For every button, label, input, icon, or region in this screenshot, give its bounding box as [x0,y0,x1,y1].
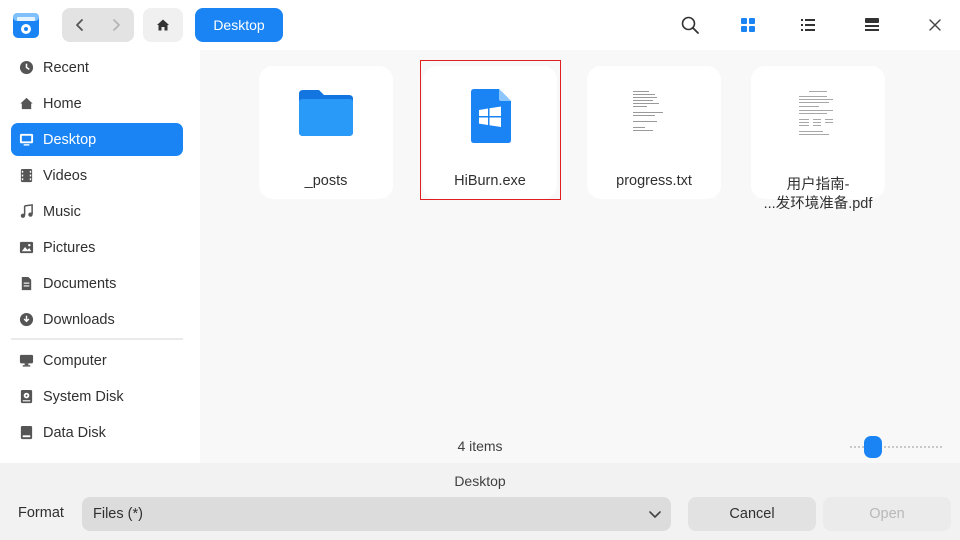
sidebar-item-downloads[interactable]: Downloads [11,303,183,336]
document-icon [18,276,34,292]
sidebar-item-label: Pictures [43,239,96,256]
open-button[interactable]: Open [823,497,951,531]
chevron-down-icon [649,511,661,518]
film-icon [18,168,34,184]
close-button[interactable] [919,9,951,41]
forward-icon [113,19,120,31]
format-select-value: Files (*) [93,506,143,522]
file-view: _posts HiBurn.exe progress.txt 用户指南- ...… [200,50,960,463]
icon-size-slider[interactable] [850,435,942,459]
format-select[interactable]: Files (*) [82,497,671,531]
dialog-footer: Desktop Format Files (*) Cancel Open [0,463,960,540]
sidebar-item-computer[interactable]: Computer [11,344,183,377]
search-icon [681,16,699,34]
sidebar-item-videos[interactable]: Videos [11,159,183,192]
back-icon [76,19,83,31]
detail-view-button[interactable] [856,9,888,41]
folder-icon [259,88,393,144]
cancel-button[interactable]: Cancel [688,497,816,531]
music-note-icon [18,204,34,220]
back-button[interactable] [62,8,98,42]
sidebar-item-label: Documents [43,275,117,292]
desktop-icon [18,132,34,148]
download-icon [18,312,34,328]
home-button[interactable] [143,8,183,42]
sidebar-item-label: Music [43,203,81,220]
format-label: Format [18,505,64,521]
sidebar: Recent Home Desktop Videos Music Picture… [0,50,200,463]
file-name-line-2: ...发环境准备.pdf [763,196,873,212]
file-name: 用户指南- ...发环境准备.pdf [755,176,881,214]
file-name: progress.txt [616,173,692,189]
sidebar-item-label: Computer [43,352,107,369]
sidebar-item-documents[interactable]: Documents [11,267,183,300]
selection-highlight [420,60,561,200]
sidebar-item-pictures[interactable]: Pictures [11,231,183,264]
search-button[interactable] [674,9,706,41]
text-file-thumbnail-icon [587,88,721,148]
icon-view-icon [741,18,755,32]
list-view-button[interactable] [792,9,824,41]
forward-button[interactable] [98,8,134,42]
file-name-line-1: 用户指南- [786,177,850,193]
current-path-label: Desktop [454,473,506,489]
sidebar-item-label: Home [43,95,82,112]
monitor-icon [18,353,34,369]
breadcrumb-desktop[interactable]: Desktop [195,8,283,42]
file-item-progress-txt[interactable]: progress.txt [587,66,721,199]
pdf-thumbnail-icon [751,88,885,148]
sidebar-item-label: System Disk [43,388,124,405]
sidebar-item-label: Downloads [43,311,115,328]
slider-handle [864,436,882,458]
sidebar-divider [11,338,183,340]
image-icon [18,240,34,256]
file-name: _posts [304,173,348,189]
detail-view-icon [865,18,879,31]
file-item-user-guide-pdf[interactable]: 用户指南- ...发环境准备.pdf [751,66,885,212]
clock-icon [18,60,34,76]
app-file-manager-icon [11,10,41,40]
sidebar-item-label: Recent [43,59,89,76]
sidebar-item-desktop[interactable]: Desktop [11,123,183,156]
file-item-posts[interactable]: _posts [259,66,393,199]
sidebar-item-label: Desktop [43,131,97,148]
sidebar-item-label: Videos [43,167,88,184]
sidebar-item-system-disk[interactable]: System Disk [11,380,183,413]
list-view-icon [801,19,815,31]
sidebar-item-music[interactable]: Music [11,195,183,228]
disk-icon [18,389,34,405]
item-count: 4 items [457,438,503,454]
home-icon [18,96,34,112]
title-bar: Desktop [0,0,960,50]
sidebar-item-home[interactable]: Home [11,87,183,120]
history-nav [62,8,134,42]
icon-view-button[interactable] [732,9,764,41]
sidebar-item-recent[interactable]: Recent [11,51,183,84]
home-icon [157,19,169,31]
close-icon [929,19,941,31]
